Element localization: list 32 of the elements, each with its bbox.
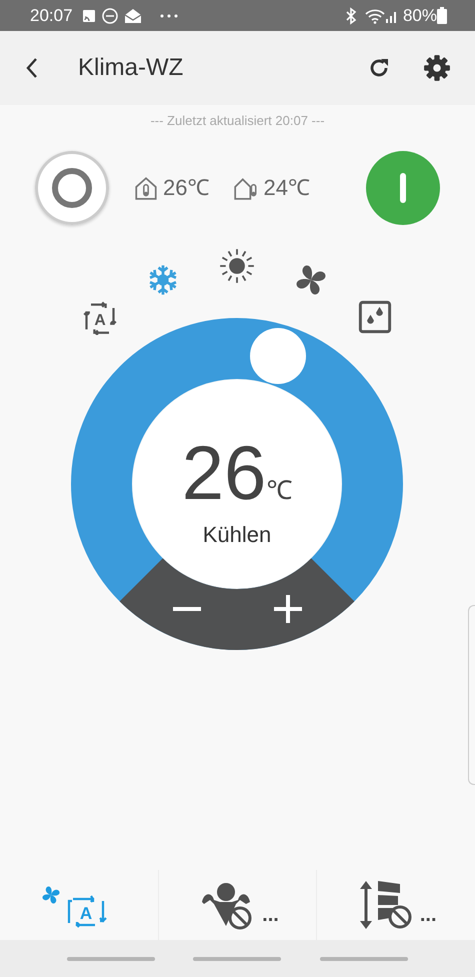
ring-icon xyxy=(51,166,93,208)
nav-bar-handle[interactable] xyxy=(67,956,156,960)
battery-percent-text: 80% xyxy=(402,4,437,27)
bluetooth-icon xyxy=(344,6,357,24)
more-dots-icon xyxy=(158,12,179,18)
settings-icon xyxy=(423,54,451,82)
wifi-icon xyxy=(364,8,385,24)
mail-icon xyxy=(122,6,143,24)
indoor-temperature-text: 26℃ xyxy=(163,174,210,202)
nav-bar-handle[interactable] xyxy=(320,956,408,960)
last-updated-text: --- Zuletzt aktualisiert 20:07 --- xyxy=(149,112,326,130)
humidity-mode-button[interactable] xyxy=(357,298,393,334)
cast-icon xyxy=(80,8,97,24)
temperature-value: 26 xyxy=(182,430,266,516)
indoor-thermometer-icon xyxy=(133,174,159,200)
back-icon xyxy=(24,56,40,80)
mode-label: Kühlen xyxy=(202,520,272,548)
outdoor-temperature-text: 24℃ xyxy=(263,174,310,202)
temperature-slider-thumb[interactable] xyxy=(250,328,306,384)
clock-text: 20:07 xyxy=(30,4,73,27)
power-bar-icon xyxy=(400,172,406,202)
page-title: Klima-WZ xyxy=(78,53,184,83)
plus-button[interactable] xyxy=(237,558,354,650)
power-off-button[interactable] xyxy=(35,150,109,224)
scroll-handle[interactable] xyxy=(468,605,475,785)
sun-mode-button[interactable] xyxy=(219,248,255,284)
nav-bar-handle[interactable] xyxy=(193,956,282,960)
battery-icon xyxy=(437,7,447,24)
temperature-unit: ℃ xyxy=(266,474,292,504)
do-not-disturb-icon xyxy=(100,6,119,24)
minus-button[interactable] xyxy=(120,558,237,650)
auto-mode-button[interactable]: A xyxy=(82,298,118,334)
